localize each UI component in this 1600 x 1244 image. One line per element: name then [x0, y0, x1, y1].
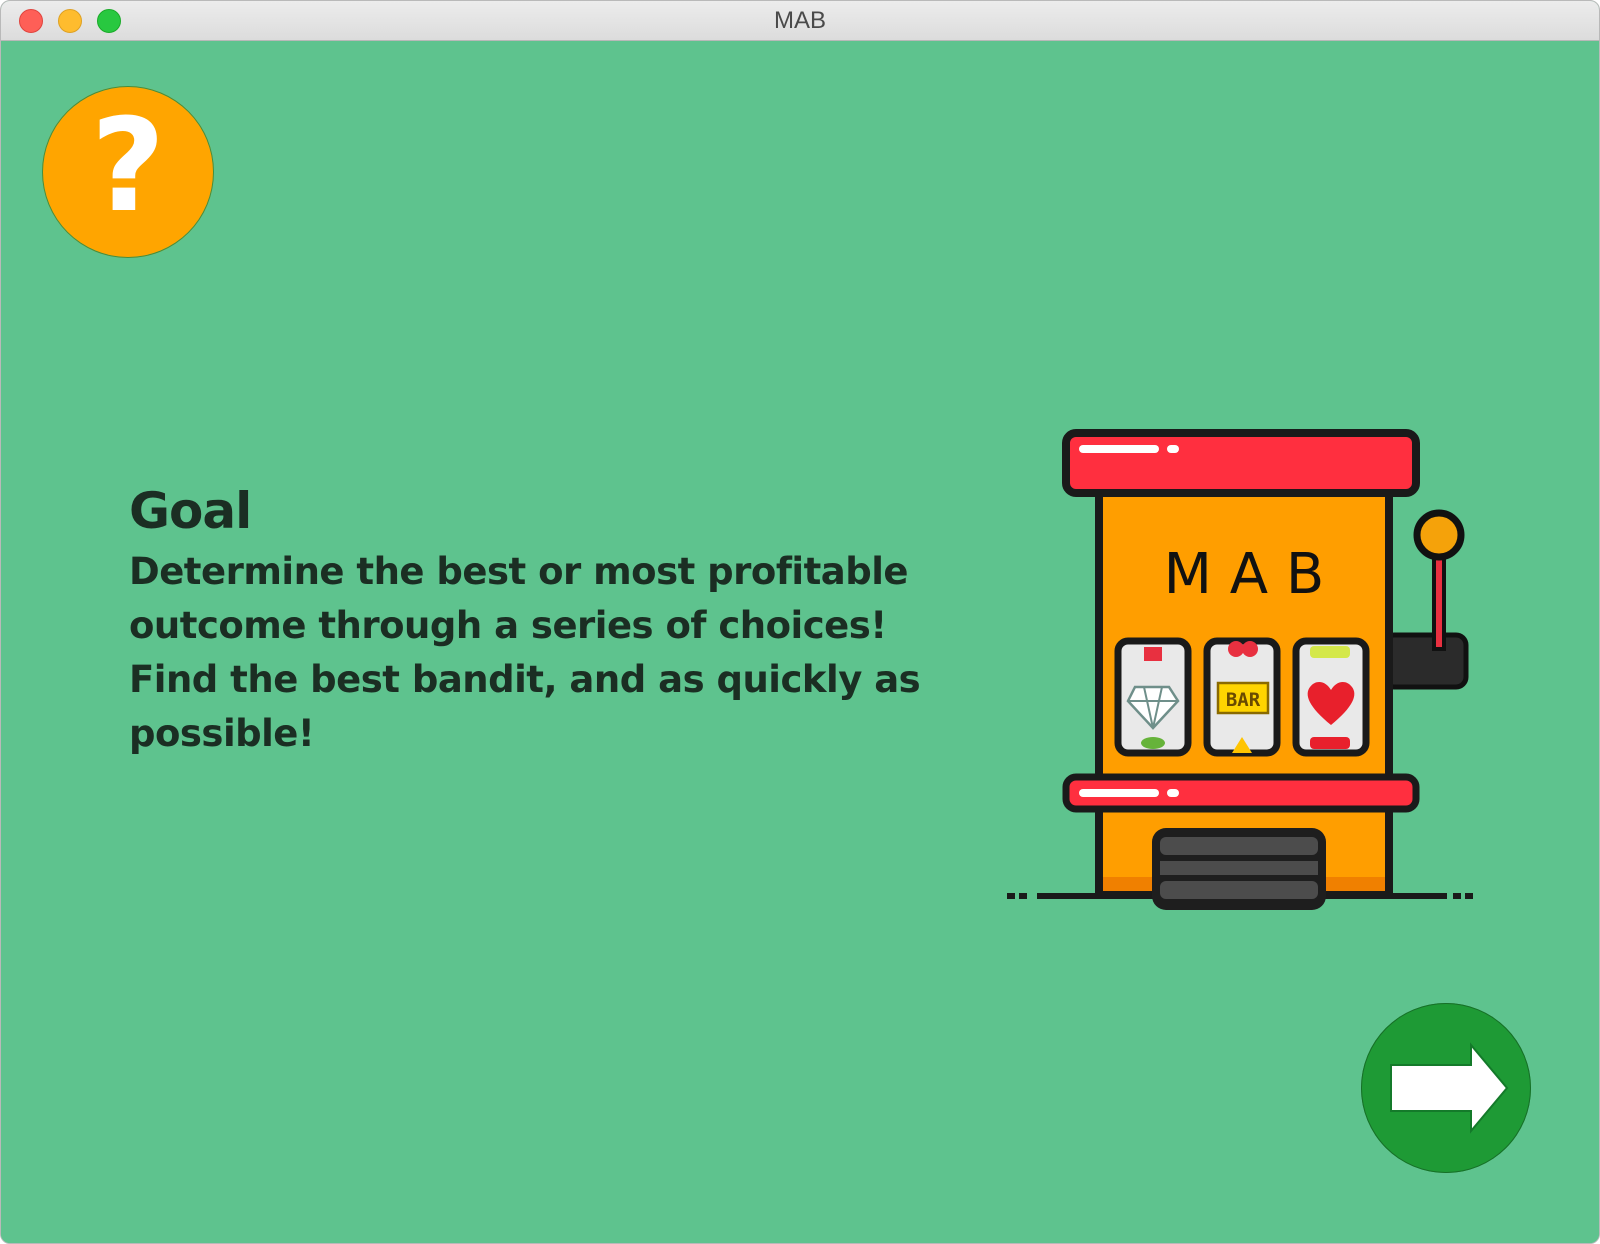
next-button[interactable] [1361, 1003, 1531, 1173]
arrow-right-icon [1390, 1042, 1509, 1134]
reel-bar: BAR [1203, 637, 1281, 757]
reel-heart [1292, 637, 1370, 757]
coin-tray [1152, 828, 1326, 910]
goal-section: Goal Determine the best or most profitab… [129, 481, 949, 761]
bar-symbol: BAR [1226, 689, 1261, 711]
goal-line: possible! [129, 712, 315, 755]
main-content: ? Goal Determine the best or most profit… [1, 41, 1599, 1243]
machine-top-cap [1062, 429, 1420, 497]
title-bar: MAB [1, 1, 1599, 41]
machine-middle-band [1062, 773, 1420, 813]
goal-heading: Goal [129, 482, 252, 540]
machine-sign: M A B [1164, 542, 1325, 607]
goal-line: Find the best bandit, and as quickly as [129, 658, 921, 701]
goal-line: outcome through a series of choices! [129, 604, 887, 647]
reel-diamond [1114, 637, 1192, 757]
app-window: MAB ? Goal Determine the best or most pr… [0, 0, 1600, 1244]
question-mark-icon: ? [90, 92, 166, 241]
help-button[interactable]: ? [42, 86, 214, 258]
goal-line: Determine the best or most profitable [129, 550, 909, 593]
goal-description: Determine the best or most profitable ou… [129, 545, 949, 761]
window-title: MAB [773, 7, 826, 34]
lever-icon [1381, 509, 1469, 690]
slot-machine-illustration: M A B BAR [1007, 429, 1473, 910]
